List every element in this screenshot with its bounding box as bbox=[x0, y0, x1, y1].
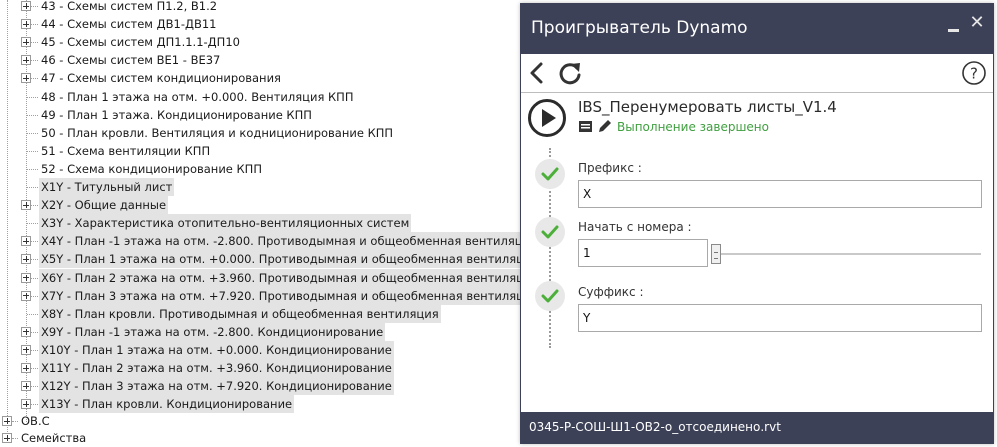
graph-header: IBS_Перенумеровать листы_V1.4 Выполнение… bbox=[521, 96, 993, 146]
tree-item-label: 46 - Схемы систем ВЕ1 - ВЕ37 bbox=[41, 53, 221, 68]
tree-item-label: X8Y - План кровли. Противодымная и общео… bbox=[39, 304, 441, 323]
edit-icon[interactable] bbox=[597, 119, 612, 137]
play-icon[interactable] bbox=[527, 98, 567, 138]
expand-icon[interactable] bbox=[21, 363, 31, 373]
prefix-label: Префикс : bbox=[578, 161, 642, 175]
expand-icon[interactable] bbox=[21, 399, 31, 410]
tree-item-label: 48 - План 1 этажа на отм. +0.000. Вентил… bbox=[41, 89, 354, 104]
document-name: 0345-Р-СОШ-Ш1-ОВ2-о_отсоединено.rvt bbox=[529, 420, 781, 434]
tree-connector bbox=[12, 438, 18, 439]
tree-item-label: 47 - Схемы систем кондиционирования bbox=[41, 71, 281, 86]
expand-icon[interactable] bbox=[21, 272, 31, 283]
execution-status: Выполнение завершено bbox=[617, 120, 769, 134]
tree-connector bbox=[27, 187, 38, 188]
start-number-label: Начать с номера : bbox=[578, 220, 692, 234]
tree-item-label: 50 - План кровли. Вентиляция и кодницион… bbox=[41, 125, 394, 140]
tree-item-label: 51 - Схема вентиляции КПП bbox=[41, 143, 211, 158]
check-icon bbox=[535, 281, 565, 311]
tree-item-label: 52 - Схема кондиционирование КПП bbox=[41, 161, 262, 176]
tree-item-label: ОВ.С bbox=[21, 414, 50, 428]
back-arrow-icon[interactable] bbox=[525, 60, 551, 86]
window-title: Проигрыватель Dynamo bbox=[531, 18, 748, 38]
expand-icon[interactable] bbox=[21, 19, 31, 30]
check-icon bbox=[535, 159, 565, 189]
graph-name: IBS_Перенумеровать листы_V1.4 bbox=[578, 98, 837, 116]
tree-item-label: X9Y - План -1 этажа на отм. -2.800. Конд… bbox=[39, 322, 386, 341]
tree-connector bbox=[12, 421, 18, 422]
refresh-icon[interactable] bbox=[557, 60, 583, 86]
tree-connector bbox=[27, 96, 38, 98]
tree-item-label: X13Y - План кровли. Кондиционирование bbox=[39, 395, 295, 414]
tree-connector bbox=[27, 168, 38, 170]
expand-icon[interactable] bbox=[21, 73, 31, 84]
minimize-button[interactable] bbox=[948, 29, 959, 32]
tree-item-label: X1Y - Титульный лист bbox=[39, 178, 175, 196]
expand-icon[interactable] bbox=[21, 290, 31, 301]
tree-item-label: X11Y - План 2 этажа на отм. +3.960. Конд… bbox=[39, 359, 394, 377]
close-button[interactable]: ✕ bbox=[969, 14, 985, 32]
dynamo-player-window: Проигрыватель Dynamo ✕ ? IBS_Перенумеров… bbox=[520, 3, 994, 444]
tree-connector bbox=[27, 313, 38, 315]
tree-item-label: Семейства bbox=[21, 431, 87, 445]
tree-item-label: 45 - Схемы систем ДП1.1.1-ДП10 bbox=[41, 35, 240, 50]
tree-item-label: X3Y - Характеристика отопительно-вентиля… bbox=[39, 214, 412, 233]
check-icon bbox=[535, 217, 565, 247]
tree-item-label: 44 - Схемы систем ДВ1-ДВ11 bbox=[41, 17, 217, 32]
expand-icon[interactable] bbox=[21, 326, 31, 337]
expand-icon[interactable] bbox=[21, 37, 31, 48]
tree-connector bbox=[27, 150, 38, 152]
start-number-slider-thumb[interactable] bbox=[711, 244, 721, 264]
tree-connector bbox=[27, 114, 38, 116]
status-footer: 0345-Р-СОШ-Ш1-ОВ2-о_отсоединено.rvt bbox=[521, 412, 993, 443]
expand-icon[interactable] bbox=[21, 55, 31, 66]
help-icon[interactable]: ? bbox=[961, 60, 987, 86]
tree-item-label: X5Y - План 1 этажа на отм. +0.000. Проти… bbox=[39, 250, 541, 269]
toolbar: ? bbox=[521, 54, 993, 93]
tree-item-label: X4Y - План -1 этажа на отм. -2.800. Прот… bbox=[39, 232, 540, 251]
suffix-label: Суффикс : bbox=[578, 285, 644, 299]
expand-icon[interactable] bbox=[21, 236, 31, 247]
tree-connector bbox=[27, 132, 38, 134]
project-browser-tree: 43 - Схемы систем П1.2, В1.2 44 - Схемы с… bbox=[0, 0, 541, 447]
svg-text:?: ? bbox=[970, 65, 978, 83]
tree-item-label: X6Y - План 2 этажа на отм. +3.960. Проти… bbox=[39, 268, 541, 287]
tree-item-label: X10Y - План 1 этажа на отм. +0.000. Конд… bbox=[39, 340, 394, 359]
tree-item-label: X2Y - Общие данные bbox=[39, 196, 169, 215]
tree-connector bbox=[27, 223, 38, 225]
start-number-slider-track[interactable] bbox=[711, 253, 981, 255]
tree-item-label: 49 - План 1 этажа. Кондиционирование КПП bbox=[41, 107, 312, 122]
expand-icon[interactable] bbox=[2, 433, 12, 443]
expand-icon[interactable] bbox=[21, 381, 31, 392]
expand-icon[interactable] bbox=[21, 200, 31, 211]
expand-icon[interactable] bbox=[2, 416, 12, 426]
prefix-input[interactable] bbox=[578, 180, 982, 208]
tree-item-label: X12Y - План 3 этажа на отм. +7.920. Конд… bbox=[39, 377, 394, 396]
tree-item-label: 43 - Схемы систем П1.2, В1.2 bbox=[41, 0, 218, 13]
suffix-input[interactable] bbox=[578, 304, 982, 332]
graph-icon[interactable] bbox=[578, 119, 593, 137]
tree-item-label: X7Y - План 3 этажа на отм. +7.920. Проти… bbox=[39, 286, 541, 305]
expand-icon[interactable] bbox=[21, 254, 31, 265]
expand-icon[interactable] bbox=[21, 1, 31, 11]
start-number-input[interactable] bbox=[578, 239, 708, 267]
expand-icon[interactable] bbox=[21, 344, 31, 355]
title-bar[interactable]: Проигрыватель Dynamo ✕ bbox=[521, 4, 993, 54]
tree-guide-line bbox=[7, 0, 8, 440]
